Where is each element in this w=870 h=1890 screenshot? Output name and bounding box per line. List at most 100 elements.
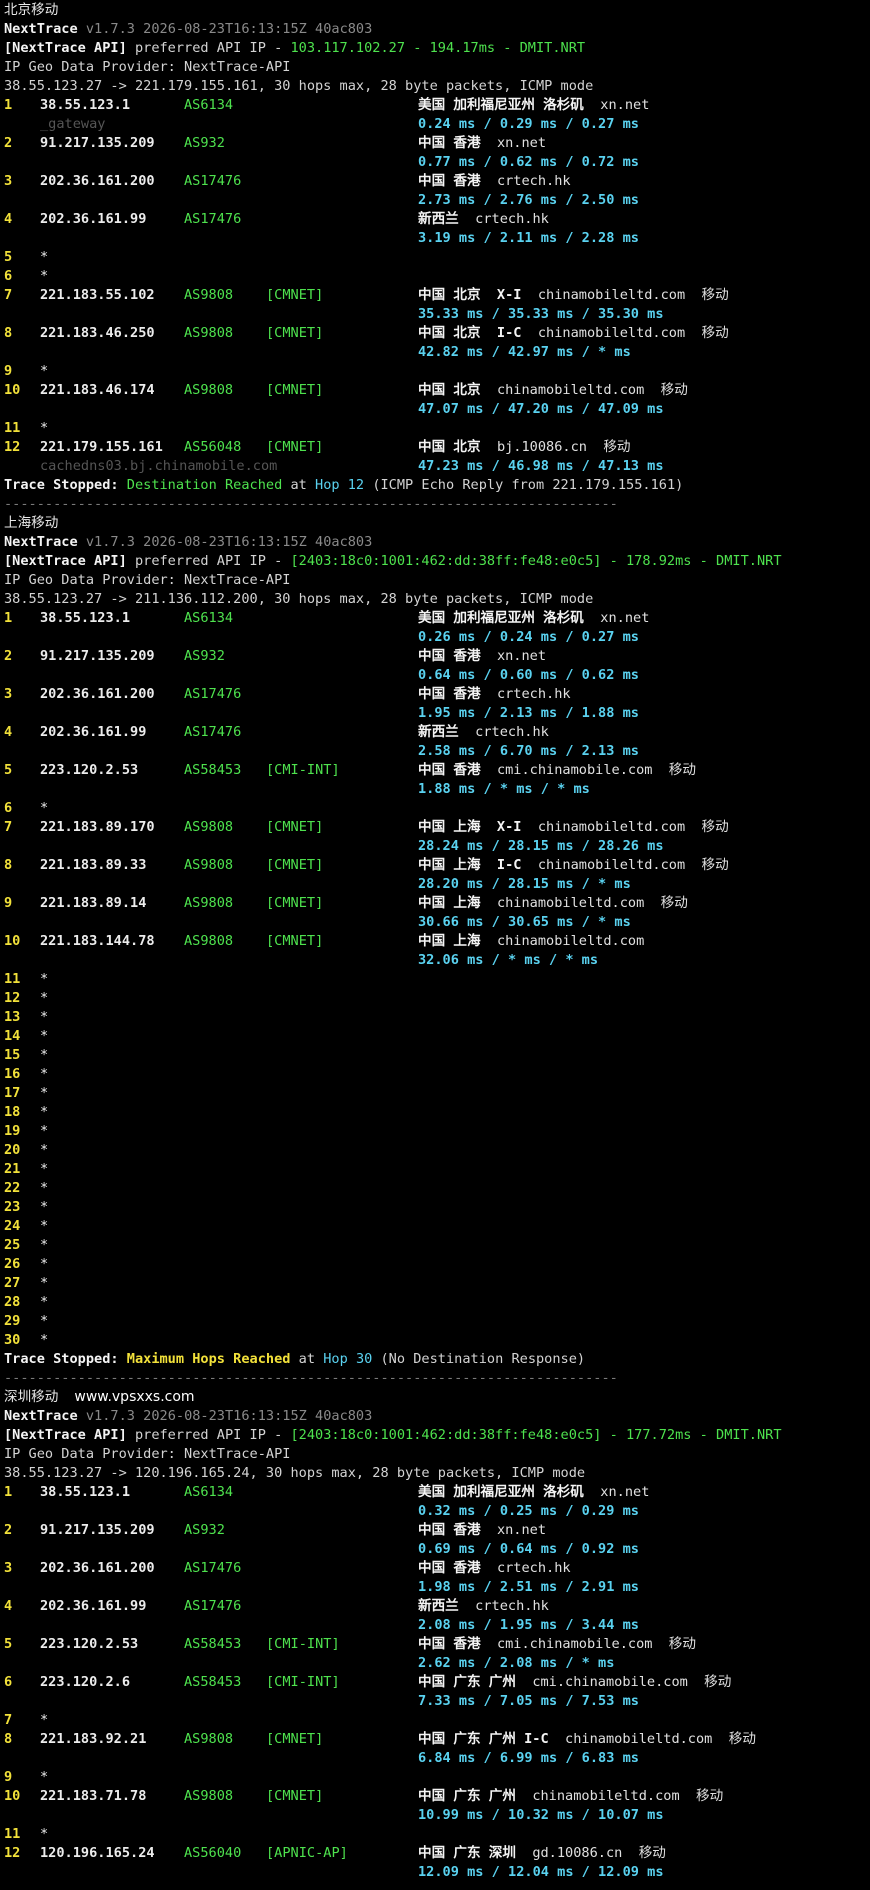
hop-host: chinamobileltd.com 移动 bbox=[496, 382, 688, 398]
hop-row: 2 91.217.135.209 AS932 中国 香港 xn.net bbox=[4, 1521, 870, 1540]
hop-row: 11 * bbox=[4, 970, 870, 989]
hop-number: 3 bbox=[4, 1560, 13, 1576]
hop-asn: AS58453 bbox=[184, 762, 242, 778]
hop-rtt-row: 0.32 ms / 0.25 ms / 0.29 ms bbox=[4, 1502, 870, 1521]
hop-number: 23 bbox=[4, 1199, 21, 1215]
timeout-star: * bbox=[40, 1104, 49, 1120]
hop-tag: [CMNET] bbox=[266, 857, 324, 873]
timeout-star: * bbox=[40, 1237, 49, 1253]
hop-row: 2 91.217.135.209 AS932 中国 香港 xn.net bbox=[4, 647, 870, 666]
hop-number: 4 bbox=[4, 1598, 13, 1614]
hop-row: 1 38.55.123.1 AS6134 美国 加利福尼亚州 洛杉矶 xn.net bbox=[4, 1483, 870, 1502]
hop-geo-location: 新西兰 bbox=[418, 211, 459, 227]
hop-geo-location: 中国 上海 X-I bbox=[418, 819, 522, 835]
hop-number: 21 bbox=[4, 1161, 21, 1177]
stop-status: Maximum Hops Reached bbox=[126, 1351, 291, 1367]
hop-tag: [APNIC-AP] bbox=[266, 1845, 348, 1861]
hop-rtt: 1.95 ms / 2.13 ms / 1.88 ms bbox=[418, 705, 639, 721]
hop-row: 7 * bbox=[4, 1711, 870, 1730]
timeout-star: * bbox=[40, 268, 49, 284]
hop-geo-location: 中国 上海 I-C bbox=[418, 857, 522, 873]
hop-row: 8 221.183.46.250 AS9808 [CMNET] 中国 北京 I-C ch… bbox=[4, 324, 870, 343]
hop-tag: [CMNET] bbox=[266, 382, 324, 398]
hop-row: 12 221.179.155.161 AS56048 [CMNET] 中国 北京 bj.… bbox=[4, 438, 870, 457]
hop-ip: 91.217.135.209 bbox=[40, 1522, 155, 1538]
version-text: v1.7.3 2026-08-23T16:13:15Z 40ac803 bbox=[85, 534, 373, 550]
hop-rtt-row: 2.62 ms / 2.08 ms / * ms bbox=[4, 1654, 870, 1673]
version-line: NextTrace v1.7.3 2026-08-23T16:13:15Z 40… bbox=[4, 20, 870, 39]
timeout-star: * bbox=[40, 1199, 49, 1215]
hop-row: 2 91.217.135.209 AS932 中国 香港 xn.net bbox=[4, 134, 870, 153]
hop-number: 3 bbox=[4, 173, 13, 189]
hop-geo-location: 中国 香港 bbox=[418, 1560, 481, 1576]
hop-row: 12 * bbox=[4, 989, 870, 1008]
timeout-star: * bbox=[40, 1142, 49, 1158]
hop-row: 3 202.36.161.200 AS17476 中国 香港 crtech.hk bbox=[4, 685, 870, 704]
hop-rtt-row: 2.08 ms / 1.95 ms / 3.44 ms bbox=[4, 1616, 870, 1635]
api-line: [NextTrace API] preferred API IP - 103.1… bbox=[4, 39, 870, 58]
hop-rtt: 2.62 ms / 2.08 ms / * ms bbox=[418, 1655, 615, 1671]
hop-tag: [CMI-INT] bbox=[266, 762, 340, 778]
hop-geo-location: 中国 香港 bbox=[418, 135, 481, 151]
hop-host: chinamobileltd.com 移动 bbox=[537, 325, 729, 341]
app-name: NextTrace bbox=[4, 534, 78, 550]
timeout-star: * bbox=[40, 1218, 49, 1234]
hop-number: 29 bbox=[4, 1313, 21, 1329]
hop-rtt: 30.66 ms / 30.65 ms / * ms bbox=[418, 914, 631, 930]
hop-host: chinamobileltd.com bbox=[496, 933, 645, 949]
hop-row: 26 * bbox=[4, 1255, 870, 1274]
hop-geo: 中国 北京 X-I chinamobileltd.com 移动 bbox=[418, 286, 729, 305]
app-name: NextTrace bbox=[4, 21, 78, 37]
timeout-star: * bbox=[40, 363, 49, 379]
hop-rtt-row: cachedns03.bj.chinamobile.com 47.23 ms / … bbox=[4, 457, 870, 476]
hop-row: 16 * bbox=[4, 1065, 870, 1084]
hop-ip: 221.183.89.33 bbox=[40, 857, 147, 873]
stop-prefix: Trace Stopped: bbox=[4, 477, 119, 493]
hop-geo: 中国 上海 chinamobileltd.com 移动 bbox=[418, 894, 688, 913]
hop-rtt: 28.24 ms / 28.15 ms / 28.26 ms bbox=[418, 838, 664, 854]
route-text: 38.55.123.27 -> 120.196.165.24, 30 hops … bbox=[4, 1465, 586, 1481]
hop-geo-location: 美国 加利福尼亚州 洛杉矶 bbox=[418, 97, 584, 113]
timeout-star: * bbox=[40, 1180, 49, 1196]
hop-ip: 221.179.155.161 bbox=[40, 439, 163, 455]
hop-tag: [CMI-INT] bbox=[266, 1674, 340, 1690]
hop-geo: 新西兰 crtech.hk bbox=[418, 1597, 549, 1616]
timeout-star: * bbox=[40, 420, 49, 436]
hop-tag: [CMNET] bbox=[266, 325, 324, 341]
hop-ip: 202.36.161.200 bbox=[40, 1560, 155, 1576]
hop-number: 9 bbox=[4, 895, 13, 911]
timeout-star: * bbox=[40, 1123, 49, 1139]
hop-rtt-row: 47.07 ms / 47.20 ms / 47.09 ms bbox=[4, 400, 870, 419]
hop-rtt-row: 2.73 ms / 2.76 ms / 2.50 ms bbox=[4, 191, 870, 210]
hop-row: 20 * bbox=[4, 1141, 870, 1160]
terminal-output: 北京移动 NextTrace v1.7.3 2026-08-23T16:13:15… bbox=[0, 0, 870, 1882]
api-mid: preferred API IP - bbox=[126, 40, 291, 56]
hop-ip: 223.120.2.6 bbox=[40, 1674, 131, 1690]
hop-number: 4 bbox=[4, 211, 13, 227]
hop-number: 30 bbox=[4, 1332, 21, 1348]
hop-rtt-row: 10.99 ms / 10.32 ms / 10.07 ms bbox=[4, 1806, 870, 1825]
hop-geo-location: 中国 北京 bbox=[418, 382, 481, 398]
hop-rdns: _gateway bbox=[40, 116, 106, 132]
hop-number: 12 bbox=[4, 990, 21, 1006]
hop-ip: 221.183.89.170 bbox=[40, 819, 155, 835]
hop-ip: 221.183.55.102 bbox=[40, 287, 155, 303]
hop-asn: AS6134 bbox=[184, 610, 234, 626]
route-text: 38.55.123.27 -> 221.179.155.161, 30 hops… bbox=[4, 78, 594, 94]
hop-number: 6 bbox=[4, 800, 13, 816]
hop-rtt: 42.82 ms / 42.97 ms / * ms bbox=[418, 344, 631, 360]
hop-asn: AS17476 bbox=[184, 211, 242, 227]
hop-ip: 202.36.161.200 bbox=[40, 686, 155, 702]
hop-rtt: 47.07 ms / 47.20 ms / 47.09 ms bbox=[418, 401, 664, 417]
hop-host: chinamobileltd.com 移动 bbox=[532, 1788, 724, 1804]
hop-tag: [CMI-INT] bbox=[266, 1636, 340, 1652]
section-title-line: 深圳移动 www.vpsxxs.com bbox=[4, 1388, 870, 1407]
separator-line: ----------------------------------------… bbox=[4, 1369, 870, 1388]
